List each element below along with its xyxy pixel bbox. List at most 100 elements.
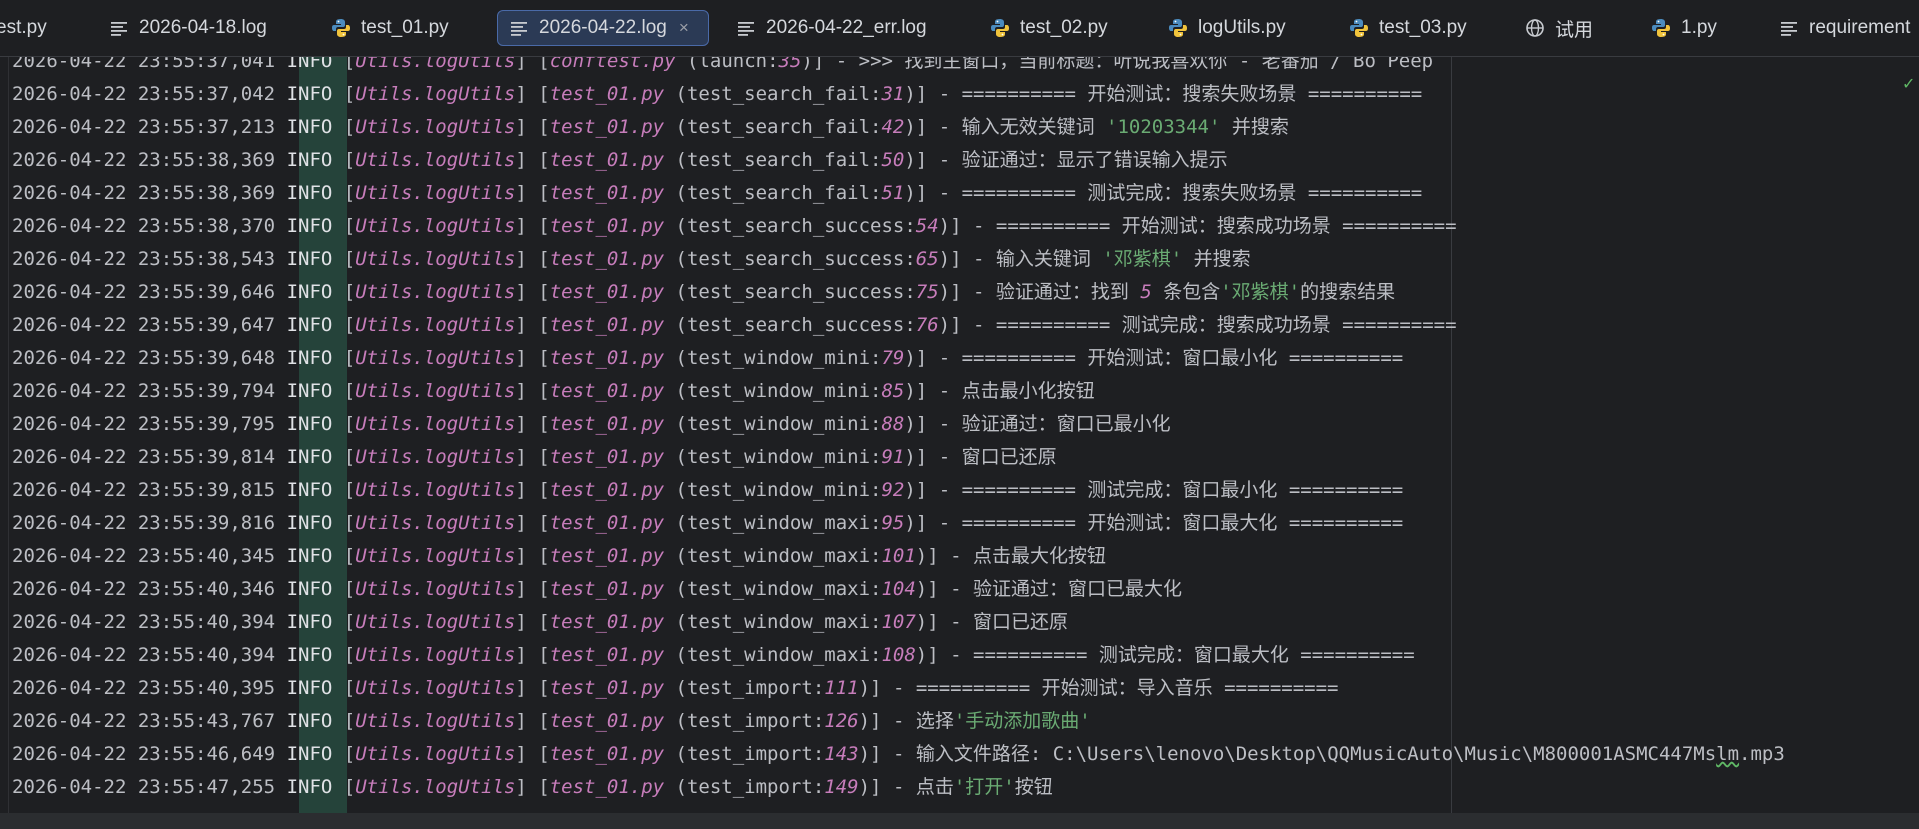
log-timestamp: 2026-04-22 23:55:39,814 <box>12 446 276 468</box>
close-icon[interactable]: × <box>679 18 689 38</box>
log-timestamp: 2026-04-22 23:55:37,213 <box>12 116 276 138</box>
log-line-number: 95 <box>881 512 905 534</box>
log-file: test_01.py <box>549 380 665 402</box>
log-module: Utils.logUtils <box>355 446 516 468</box>
log-timestamp: 2026-04-22 23:55:39,646 <box>12 281 276 303</box>
log-message-part: 条包含 <box>1151 281 1221 303</box>
log-level: INFO <box>286 743 333 765</box>
python-icon <box>1167 17 1189 39</box>
log-line[interactable]: 2026-04-22 23:55:37,041 INFO [Utils.logU… <box>12 57 1433 78</box>
log-line-number: 42 <box>881 116 905 138</box>
log-timestamp: 2026-04-22 23:55:39,816 <box>12 512 276 534</box>
log-file: test_01.py <box>549 776 665 798</box>
text-file-icon <box>735 17 757 39</box>
log-line[interactable]: 2026-04-22 23:55:40,345 INFO [Utils.logU… <box>12 540 1106 573</box>
log-level: INFO <box>286 248 333 270</box>
log-line[interactable]: 2026-04-22 23:55:38,543 INFO [Utils.logU… <box>12 243 1251 276</box>
tab-test-01-py[interactable]: test_01.py <box>330 10 449 46</box>
tab-label: logUtils.py <box>1198 17 1286 38</box>
log-function: test_import <box>686 776 813 798</box>
log-line[interactable]: 2026-04-22 23:55:40,346 INFO [Utils.logU… <box>12 573 1182 606</box>
text-file-icon <box>508 17 530 39</box>
log-message-part: - ========== 开始测试：窗口最小化 ========== <box>927 347 1404 369</box>
tab-test-02-py[interactable]: test_02.py <box>989 10 1108 46</box>
log-module: Utils.logUtils <box>355 347 516 369</box>
log-message-part: - ========== 测试完成：搜索成功场景 ========== <box>961 314 1457 336</box>
right-margin-guide <box>1451 57 1452 813</box>
log-module: Utils.logUtils <box>355 281 516 303</box>
tab-logutils-py[interactable]: logUtils.py <box>1167 10 1286 46</box>
log-line-number: 54 <box>915 215 939 237</box>
log-line[interactable]: 2026-04-22 23:55:39,648 INFO [Utils.logU… <box>12 342 1403 375</box>
log-module: Utils.logUtils <box>355 83 516 105</box>
log-line-number: 92 <box>881 479 905 501</box>
log-line[interactable]: 2026-04-22 23:55:37,042 INFO [Utils.logU… <box>12 78 1422 111</box>
log-level: INFO <box>286 479 333 501</box>
log-message-part: - 选择 <box>881 710 954 732</box>
log-function: test_search_success <box>686 248 905 270</box>
log-timestamp: 2026-04-22 23:55:40,394 <box>12 644 276 666</box>
log-editor[interactable]: ✓ 2026-04-22 23:55:37,041 INFO [Utils.lo… <box>0 57 1919 813</box>
log-line-number: 107 <box>881 611 916 633</box>
tab-2026-04-22-err-log[interactable]: 2026-04-22_err.log <box>735 10 927 46</box>
log-line[interactable]: 2026-04-22 23:55:43,767 INFO [Utils.logU… <box>12 705 1091 738</box>
log-line[interactable]: 2026-04-22 23:55:47,255 INFO [Utils.logU… <box>12 771 1053 804</box>
log-line[interactable]: 2026-04-22 23:55:38,370 INFO [Utils.logU… <box>12 210 1457 243</box>
log-file: test_01.py <box>549 182 665 204</box>
log-message-part: - 验证通过：窗口已最大化 <box>938 578 1183 600</box>
log-message-part: '手动添加歌曲' <box>953 710 1091 732</box>
log-function: test_window_maxi <box>686 578 871 600</box>
log-line[interactable]: 2026-04-22 23:55:40,395 INFO [Utils.logU… <box>12 672 1338 705</box>
log-line-number: 75 <box>915 281 939 303</box>
log-file: test_01.py <box>549 611 665 633</box>
log-line-number: 101 <box>881 545 916 567</box>
log-line[interactable]: 2026-04-22 23:55:38,369 INFO [Utils.logU… <box>12 177 1422 210</box>
log-line[interactable]: 2026-04-22 23:55:38,369 INFO [Utils.logU… <box>12 144 1228 177</box>
log-line-number: 85 <box>881 380 905 402</box>
log-module: Utils.logUtils <box>355 57 516 72</box>
log-module: Utils.logUtils <box>355 215 516 237</box>
tab-1-py[interactable]: 1.py <box>1650 10 1717 46</box>
log-level: INFO <box>286 347 333 369</box>
horizontal-scrollbar[interactable] <box>0 813 1919 829</box>
log-line[interactable]: 2026-04-22 23:55:39,816 INFO [Utils.logU… <box>12 507 1403 540</box>
log-message-part: - 点击 <box>881 776 954 798</box>
log-line[interactable]: 2026-04-22 23:55:39,646 INFO [Utils.logU… <box>12 276 1395 309</box>
tab-requirement[interactable]: requirement <box>1778 10 1910 46</box>
log-timestamp: 2026-04-22 23:55:37,041 <box>12 57 276 72</box>
tab-2026-04-22-log[interactable]: 2026-04-22.log × <box>497 10 709 46</box>
tab-label: test_01.py <box>361 17 449 38</box>
log-line[interactable]: 2026-04-22 23:55:39,794 INFO [Utils.logU… <box>12 375 1095 408</box>
log-line-number: 111 <box>824 677 859 699</box>
log-function: test_search_fail <box>686 83 871 105</box>
log-message-part: - 验证通过：找到 <box>961 281 1141 303</box>
log-level: INFO <box>286 380 333 402</box>
log-message-part: '邓紫棋' <box>1220 281 1301 303</box>
log-line[interactable]: 2026-04-22 23:55:39,647 INFO [Utils.logU… <box>12 309 1457 342</box>
tab-[interactable]: 试用 <box>1524 10 1593 46</box>
log-file: test_01.py <box>549 479 665 501</box>
tab-est-py[interactable]: est.py <box>0 10 47 46</box>
log-message-part: '打开' <box>953 776 1015 798</box>
log-message-part: - ========== 测试完成：窗口最大化 ========== <box>938 644 1415 666</box>
log-function: test_window_mini <box>686 446 871 468</box>
log-message-part: - 验证通过：窗口已最小化 <box>927 413 1171 435</box>
inspection-ok-icon[interactable]: ✓ <box>1902 74 1915 93</box>
log-module: Utils.logUtils <box>355 611 516 633</box>
log-line[interactable]: 2026-04-22 23:55:40,394 INFO [Utils.logU… <box>12 606 1068 639</box>
log-line[interactable]: 2026-04-22 23:55:40,394 INFO [Utils.logU… <box>12 639 1415 672</box>
log-line[interactable]: 2026-04-22 23:55:39,815 INFO [Utils.logU… <box>12 474 1403 507</box>
log-line[interactable]: 2026-04-22 23:55:37,213 INFO [Utils.logU… <box>12 111 1289 144</box>
tab-2026-04-18-log[interactable]: 2026-04-18.log <box>108 10 267 46</box>
log-timestamp: 2026-04-22 23:55:46,649 <box>12 743 276 765</box>
editor-tab-bar: est.py 2026-04-18.log test_01.py 2026-04-22… <box>0 0 1919 57</box>
log-timestamp: 2026-04-22 23:55:40,345 <box>12 545 276 567</box>
log-file: test_01.py <box>549 281 665 303</box>
log-line[interactable]: 2026-04-22 23:55:46,649 INFO [Utils.logU… <box>12 738 1785 771</box>
tab-test-03-py[interactable]: test_03.py <box>1348 10 1467 46</box>
log-line[interactable]: 2026-04-22 23:55:39,814 INFO [Utils.logU… <box>12 441 1057 474</box>
log-line[interactable]: 2026-04-22 23:55:39,795 INFO [Utils.logU… <box>12 408 1171 441</box>
log-timestamp: 2026-04-22 23:55:39,815 <box>12 479 276 501</box>
log-message-part: - ========== 开始测试：导入音乐 ========== <box>881 677 1339 699</box>
tab-label: test_02.py <box>1020 17 1108 38</box>
